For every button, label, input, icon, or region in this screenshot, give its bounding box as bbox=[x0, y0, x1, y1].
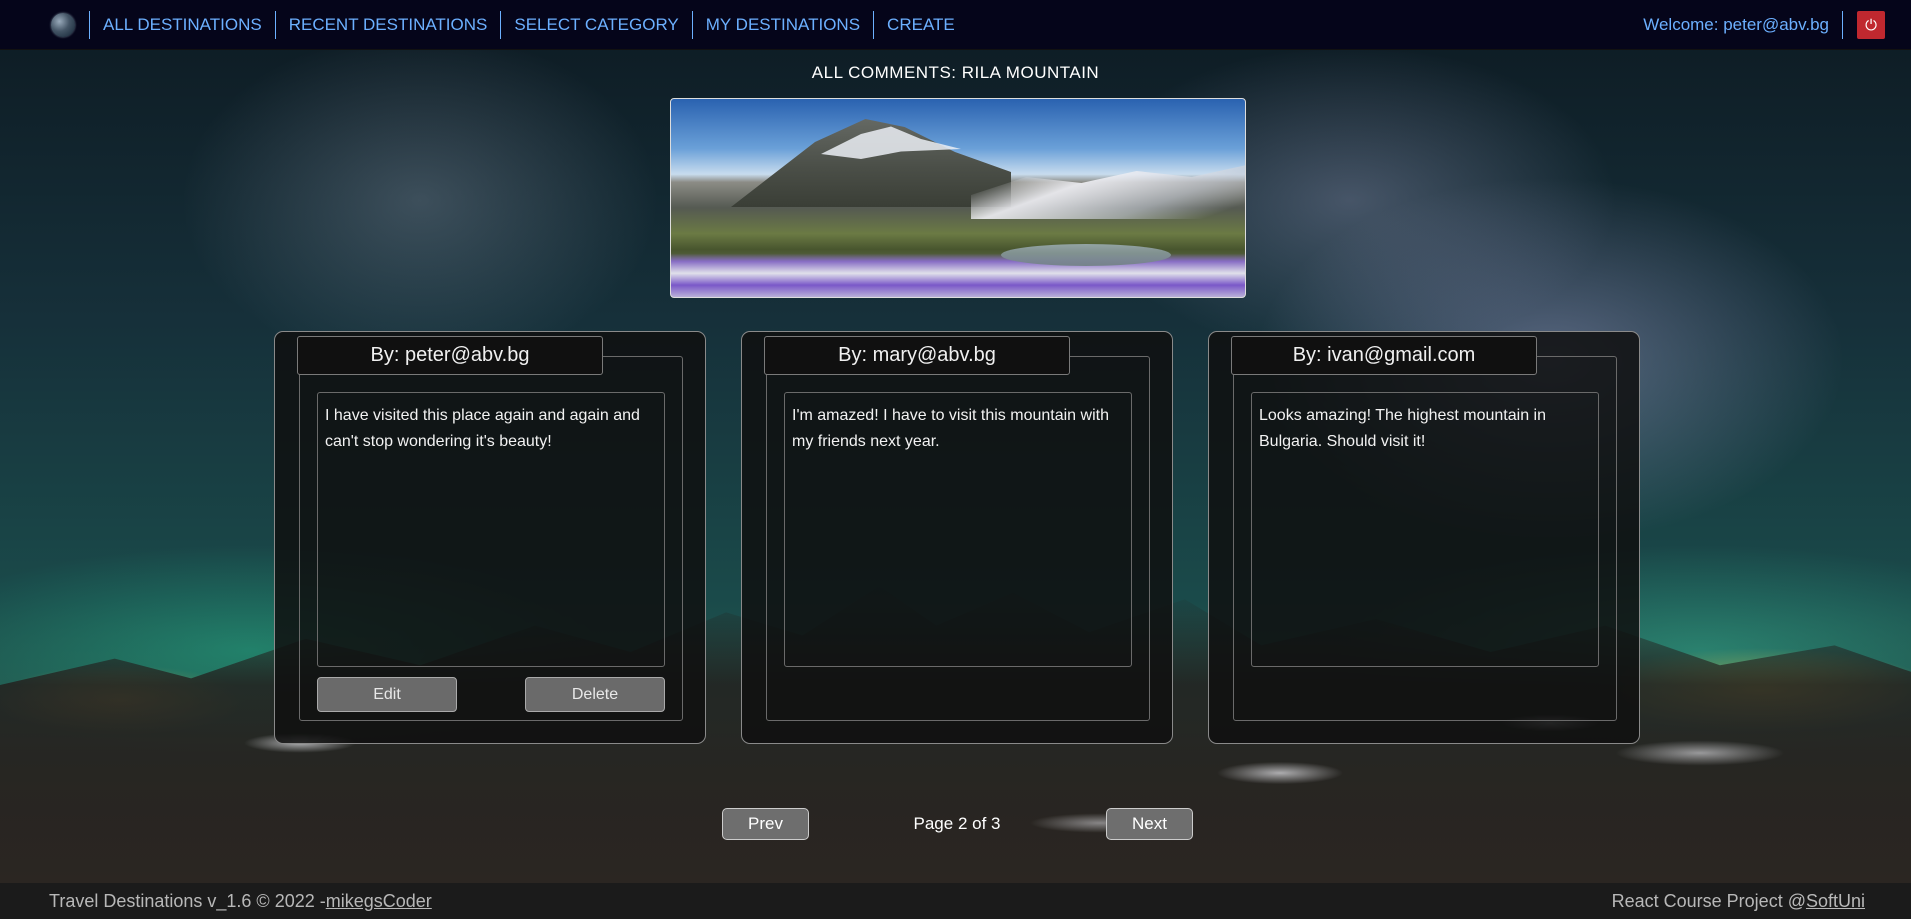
next-button[interactable]: Next bbox=[1106, 808, 1193, 840]
nav-create[interactable]: CREATE bbox=[873, 10, 968, 39]
pagination: Prev Page 2 of 3 Next bbox=[0, 808, 1911, 840]
hero-ridge-snow bbox=[971, 165, 1245, 219]
page-indicator: Page 2 of 3 bbox=[913, 814, 1001, 833]
hero-lake bbox=[1001, 244, 1171, 266]
nav-my-destinations[interactable]: MY DESTINATIONS bbox=[691, 10, 873, 39]
comment-author: By: mary@abv.bg bbox=[764, 336, 1070, 375]
comment-card: By: peter@abv.bg I have visited this pla… bbox=[274, 331, 706, 744]
logout-button[interactable]: ⏻ bbox=[1857, 10, 1885, 39]
power-icon: ⏻ bbox=[1865, 15, 1877, 34]
comment-author: By: peter@abv.bg bbox=[297, 336, 603, 375]
comment-text: I have visited this place again and agai… bbox=[317, 392, 665, 667]
comment-text: Looks amazing! The highest mountain in B… bbox=[1251, 392, 1599, 667]
globe-icon[interactable] bbox=[51, 12, 75, 37]
footer-left: Travel Destinations v_1.6 © 2022 -mikegs… bbox=[49, 891, 432, 912]
nav-select-category[interactable]: SELECT CATEGORY bbox=[500, 10, 691, 39]
comments-list: By: peter@abv.bg I have visited this pla… bbox=[274, 331, 1640, 744]
top-navbar: ALL DESTINATIONS RECENT DESTINATIONS SEL… bbox=[0, 0, 1911, 50]
nav-right: Welcome: peter@abv.bg ⏻ bbox=[1643, 10, 1911, 39]
author-link[interactable]: mikegsCoder bbox=[326, 891, 432, 911]
delete-button[interactable]: Delete bbox=[525, 677, 665, 712]
softuni-link[interactable]: SoftUni bbox=[1806, 891, 1865, 911]
comment-author: By: ivan@gmail.com bbox=[1231, 336, 1537, 375]
destination-image bbox=[670, 98, 1246, 298]
nav-recent-destinations[interactable]: RECENT DESTINATIONS bbox=[274, 10, 501, 39]
page-title: ALL COMMENTS: RILA MOUNTAIN bbox=[811, 63, 1100, 82]
welcome-text: Welcome: peter@abv.bg bbox=[1643, 10, 1843, 39]
footer-right: React Course Project @SoftUni bbox=[1612, 891, 1865, 912]
nav-all-destinations[interactable]: ALL DESTINATIONS bbox=[89, 10, 275, 39]
comment-text: I'm amazed! I have to visit this mountai… bbox=[784, 392, 1132, 667]
edit-button[interactable]: Edit bbox=[317, 677, 457, 712]
prev-button[interactable]: Prev bbox=[722, 808, 809, 840]
comment-card: By: ivan@gmail.com Looks amazing! The hi… bbox=[1208, 331, 1640, 744]
footer: Travel Destinations v_1.6 © 2022 -mikegs… bbox=[0, 883, 1911, 919]
comment-card: By: mary@abv.bg I'm amazed! I have to vi… bbox=[741, 331, 1173, 744]
footer-copyright: Travel Destinations v_1.6 © 2022 - bbox=[49, 890, 326, 911]
footer-project: React Course Project @ bbox=[1611, 890, 1806, 911]
